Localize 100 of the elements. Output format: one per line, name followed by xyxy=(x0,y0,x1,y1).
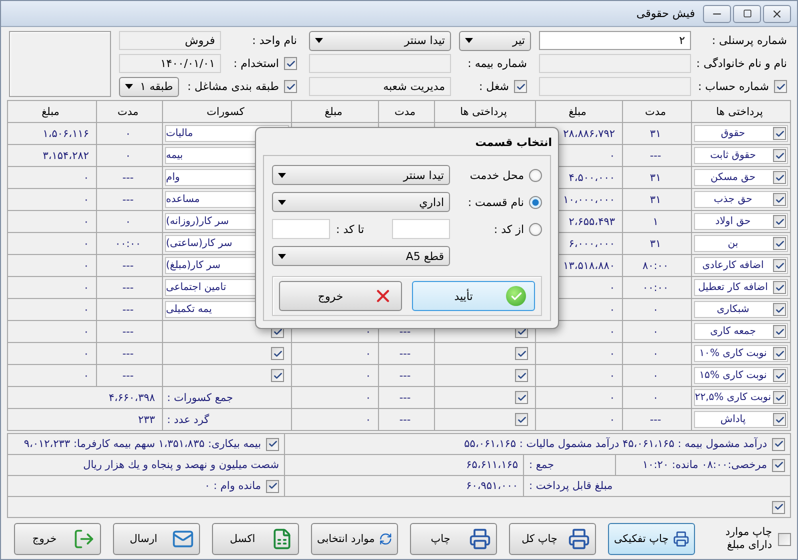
table-cell: ۸۰:۰۰ xyxy=(623,255,691,276)
column-header: مبلغ xyxy=(536,101,622,122)
payment-name: حق مسکن xyxy=(709,172,757,183)
checkbox[interactable] xyxy=(515,369,528,382)
total-value: ۲۳۳ xyxy=(8,409,162,430)
checkbox[interactable] xyxy=(773,149,786,162)
checkbox[interactable] xyxy=(772,500,785,514)
toolbar-button[interactable]: ارسال xyxy=(113,523,200,555)
input-field[interactable] xyxy=(272,219,330,239)
option-label: از کد : xyxy=(494,222,524,236)
checkbox[interactable] xyxy=(773,193,786,206)
table-cell: --- xyxy=(379,343,434,364)
exit-icon xyxy=(73,528,95,550)
close-button[interactable] xyxy=(763,4,791,22)
table-cell: ۰ xyxy=(623,387,691,408)
column-header: مدت xyxy=(623,101,691,122)
loan-balance-text: مانده وام : ۰ xyxy=(204,480,261,492)
input-field[interactable]: مدیریت شعبه xyxy=(309,77,451,96)
toolbar-button[interactable]: خروج xyxy=(14,523,101,555)
checkbox[interactable] xyxy=(773,281,786,294)
checkbox[interactable] xyxy=(773,391,786,404)
checkbox[interactable] xyxy=(772,458,785,472)
dropdown[interactable]: تیدا سنتر xyxy=(272,165,450,185)
checkbox[interactable] xyxy=(515,347,528,360)
deduction-name: سر کار(روزانه) xyxy=(166,216,229,227)
table-cell: --- xyxy=(97,299,162,320)
checkbox[interactable] xyxy=(778,532,791,546)
checkbox[interactable] xyxy=(773,325,786,338)
deduction-name: یمه تکمیلی xyxy=(166,304,212,315)
input-field[interactable]: ۱۴۰۰/۰۱/۰۱ xyxy=(119,54,221,73)
checkbox[interactable] xyxy=(271,369,284,382)
checkbox[interactable] xyxy=(773,369,786,382)
table-cell: ۰ xyxy=(8,211,96,232)
input-field[interactable] xyxy=(539,54,691,73)
amount-in-words: شصت میلیون و نهصد و پنجاه و يك هزار ريال xyxy=(8,455,284,475)
toolbar-button[interactable]: اکسل xyxy=(212,523,299,555)
checkbox[interactable] xyxy=(271,347,284,360)
toolbar-button[interactable]: چاپ xyxy=(410,523,497,555)
confirm-button[interactable]: تأیید xyxy=(412,281,535,311)
toolbar-button[interactable]: چاپ کل xyxy=(509,523,596,555)
table-cell: ۰۰:۰۰ xyxy=(97,233,162,254)
checkbox[interactable] xyxy=(284,57,297,70)
input-field[interactable] xyxy=(392,219,450,239)
checkbox[interactable] xyxy=(774,80,787,93)
checkbox[interactable] xyxy=(773,347,786,360)
dropdown[interactable]: تیدا سنتر xyxy=(309,30,451,50)
table-cell: ۰ xyxy=(292,365,378,386)
caret-icon xyxy=(465,38,473,43)
input-field[interactable]: ۲ xyxy=(539,31,691,50)
maximize-button[interactable] xyxy=(733,4,761,22)
deduction-name: سر کار(مبلغ) xyxy=(166,260,221,271)
deduction-name: مالیات xyxy=(166,128,193,139)
field-label: طبقه بندی مشاغل : xyxy=(187,80,279,93)
dropdown[interactable]: قطع A5 xyxy=(272,246,450,266)
checkbox[interactable] xyxy=(773,171,786,184)
exit-button[interactable]: خروج xyxy=(279,281,402,311)
field-label: شماره بیمه : xyxy=(468,57,527,70)
caret-icon xyxy=(278,200,286,204)
payment-name: پاداش xyxy=(719,414,747,425)
field-label: استخدام : xyxy=(233,57,279,70)
table-cell: ۰ xyxy=(8,277,96,298)
radio-button[interactable] xyxy=(529,168,542,182)
input-field[interactable] xyxy=(539,77,691,96)
table-cell: --- xyxy=(379,409,434,430)
radio-button[interactable] xyxy=(529,222,542,236)
dropdown[interactable]: اداري xyxy=(272,192,450,212)
checkbox[interactable] xyxy=(284,80,297,93)
table-cell: ۱،۵۰۶،۱۱۶ xyxy=(8,123,96,144)
toolbar-button[interactable]: موارد انتخابی xyxy=(311,523,398,555)
checkbox[interactable] xyxy=(772,438,785,450)
column-header: مبلغ xyxy=(8,101,96,122)
table-cell: --- xyxy=(97,167,162,188)
deduction-name: سر کار(ساعتی) xyxy=(166,238,232,249)
checkbox[interactable] xyxy=(515,413,528,426)
checkbox[interactable] xyxy=(773,303,786,316)
dropdown[interactable]: طبقه ۱ xyxy=(119,76,179,96)
checkbox[interactable] xyxy=(514,80,527,93)
table-cell: --- xyxy=(97,365,162,386)
checkbox[interactable] xyxy=(266,480,279,492)
input-field[interactable] xyxy=(309,54,451,73)
checkbox[interactable] xyxy=(515,391,528,404)
checkbox[interactable] xyxy=(773,215,786,228)
input-field[interactable]: فروش xyxy=(119,31,221,50)
checkbox[interactable] xyxy=(773,127,786,140)
total-label: گرد عدد : xyxy=(163,409,291,430)
total-label: جمع کسورات : xyxy=(163,387,291,408)
checkbox[interactable] xyxy=(773,237,786,250)
payment-name: نوبت کاری %۲۲,۵ xyxy=(694,392,771,403)
leave-text: مرخصی:۰۸:۰۰ مانده: ۱۰:۲۰ xyxy=(642,459,767,471)
payment-name: اضافه کار تعطیل xyxy=(697,282,769,293)
toolbar-button[interactable]: چاپ تفکیکی xyxy=(608,523,695,555)
printer-icon xyxy=(568,528,590,550)
checkbox[interactable] xyxy=(266,438,279,450)
table-cell: ۰ xyxy=(8,299,96,320)
payment-name: حقوق xyxy=(720,128,746,139)
checkbox[interactable] xyxy=(773,259,786,272)
table-cell: ۳۱ xyxy=(623,167,691,188)
radio-button[interactable] xyxy=(529,196,542,208)
checkbox[interactable] xyxy=(773,413,786,426)
dropdown[interactable]: تیر xyxy=(459,30,531,50)
